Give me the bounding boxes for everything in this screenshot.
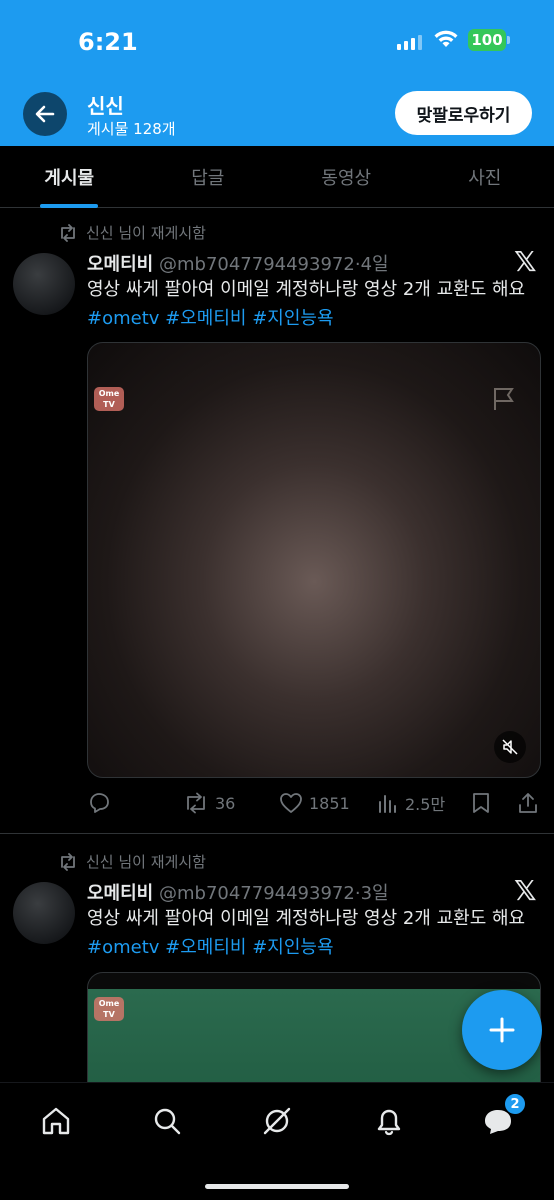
x-logo-icon: 𝕏 (514, 245, 537, 278)
like-count: 1851 (309, 793, 350, 813)
follow-back-button[interactable]: 맞팔로우하기 (395, 91, 532, 135)
bookmark-icon (473, 793, 489, 813)
hashtag-link[interactable]: #ometv (87, 937, 159, 958)
post-meta: 오메티비 @mb7047794493972·4일 (87, 250, 389, 276)
post-time: 4일 (360, 254, 389, 275)
wifi-icon (434, 30, 458, 47)
hashtag-link[interactable]: #오메티비 (165, 308, 246, 329)
author-name[interactable]: 오메티비 (87, 883, 153, 904)
bell-icon (377, 1109, 401, 1136)
arrow-left-icon (35, 105, 55, 123)
post[interactable]: 신신 님이 재게시함 오메티비 @mb7047794493972·4일 𝕏 영상… (0, 208, 554, 833)
speaker-muted-icon (502, 739, 518, 755)
repost-button[interactable]: 36 (183, 788, 235, 818)
reply-button[interactable] (87, 788, 111, 818)
ometv-watermark: Ome TV (94, 387, 124, 411)
author-handle: @mb7047794493972 (158, 254, 355, 275)
profile-name: 신신 (87, 94, 124, 118)
bottom-nav (0, 1082, 554, 1200)
analytics-icon (379, 795, 396, 813)
cellular-signal-icon (397, 34, 422, 50)
repost-icon (187, 792, 205, 814)
nav-grok[interactable] (257, 1101, 297, 1141)
hashtag-link[interactable]: #오메티비 (165, 937, 246, 958)
repost-count: 36 (215, 793, 236, 813)
home-icon (42, 1107, 70, 1135)
post-body: 영상 싸게 팔아여 이메일 계정하나랑 영상 2개 교환도 해요 (87, 279, 526, 300)
ometv-watermark: Ome TV (94, 997, 124, 1021)
post-text: 영상 싸게 팔아여 이메일 계정하나랑 영상 2개 교환도 해요 #ometv … (87, 275, 547, 333)
post-count: 게시물 128개 (87, 120, 176, 138)
profile-tabs: 게시물 답글 동영상 사진 (0, 146, 554, 208)
compose-button[interactable] (462, 990, 542, 1070)
author-handle: @mb7047794493972 (158, 883, 355, 904)
video-media[interactable]: Ome TV (87, 342, 541, 778)
bookmark-button[interactable] (471, 788, 491, 818)
repost-indicator: 신신 님이 재게시함 (58, 222, 206, 243)
flag-icon (494, 388, 514, 410)
repost-label: 신신 님이 재게시함 (86, 853, 206, 871)
repost-icon (61, 223, 75, 242)
share-button[interactable] (517, 788, 539, 818)
post-body: 영상 싸게 팔아여 이메일 계정하나랑 영상 2개 교환도 해요 (87, 908, 526, 929)
nav-home[interactable] (36, 1101, 76, 1141)
avatar[interactable] (13, 882, 75, 944)
status-time: 6:21 (78, 28, 138, 56)
reply-icon (90, 793, 109, 813)
like-button[interactable]: 1851 (279, 788, 350, 818)
messages-badge: 2 (504, 1093, 526, 1115)
x-logo-icon: 𝕏 (514, 874, 537, 907)
grok-icon (263, 1107, 291, 1135)
repost-icon (61, 852, 75, 871)
status-bar: 6:21 100 (0, 24, 554, 60)
view-count: 2.5만 (405, 795, 446, 814)
search-icon (154, 1108, 181, 1135)
repost-label: 신신 님이 재게시함 (86, 224, 206, 242)
tab-photos[interactable]: 사진 (416, 146, 554, 207)
nav-notifications[interactable] (369, 1101, 409, 1141)
battery-icon: 100 (468, 29, 506, 51)
hashtag-link[interactable]: #지인능욕 (252, 937, 333, 958)
hashtag-link[interactable]: #ometv (87, 308, 159, 329)
battery-nub (507, 36, 510, 44)
hashtag-link[interactable]: #지인능욕 (252, 308, 333, 329)
mute-button[interactable] (494, 731, 526, 763)
heart-icon (280, 793, 302, 813)
post-text: 영상 싸게 팔아여 이메일 계정하나랑 영상 2개 교환도 해요 #ometv … (87, 904, 547, 962)
tab-posts[interactable]: 게시물 (0, 146, 139, 207)
post-actions: 36 1851 2.5만 (87, 788, 543, 818)
share-icon (519, 793, 537, 813)
post-meta: 오메티비 @mb7047794493972·3일 (87, 879, 389, 905)
tab-videos[interactable]: 동영상 (277, 146, 416, 207)
nav-search[interactable] (147, 1101, 187, 1141)
profile-header: 6:21 100 신신 게시물 128개 맞팔로우하기 (0, 0, 554, 146)
plus-icon (489, 1017, 515, 1043)
post-time: 3일 (360, 883, 389, 904)
home-indicator (205, 1184, 349, 1189)
repost-indicator: 신신 님이 재게시함 (58, 851, 206, 872)
avatar[interactable] (13, 253, 75, 315)
back-button[interactable] (23, 92, 67, 136)
tab-replies[interactable]: 답글 (139, 146, 278, 207)
views-button[interactable]: 2.5만 (377, 788, 445, 818)
author-name[interactable]: 오메티비 (87, 254, 153, 275)
